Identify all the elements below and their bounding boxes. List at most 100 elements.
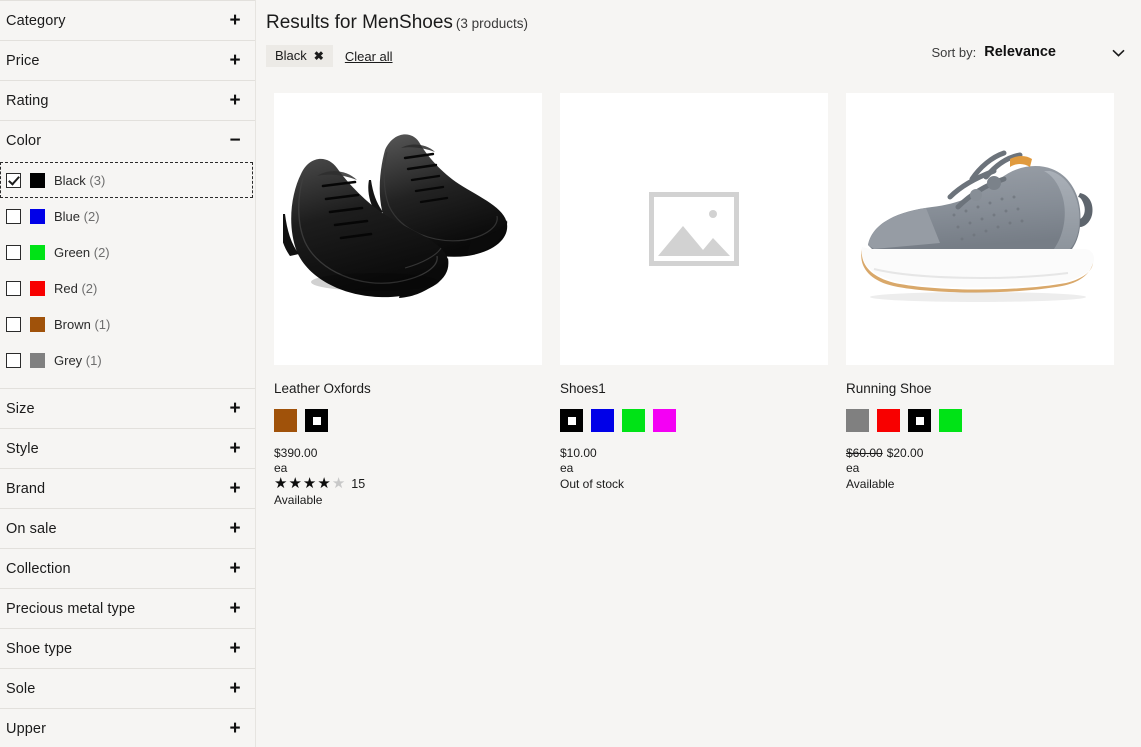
checkbox-icon[interactable] <box>6 173 21 188</box>
facet-label: Price <box>6 53 40 69</box>
facet-header-price[interactable]: Price + <box>0 41 255 80</box>
product-swatch[interactable] <box>908 409 931 432</box>
product-color-swatches <box>560 409 828 432</box>
product-swatch[interactable] <box>939 409 962 432</box>
color-filter-black[interactable]: Black (3) <box>0 162 253 198</box>
color-filter-green[interactable]: Green (2) <box>0 234 255 270</box>
page-title: Results for MenShoes <box>266 12 453 34</box>
facet-label: Rating <box>6 93 49 109</box>
product-swatch[interactable] <box>622 409 645 432</box>
sort-selected-value[interactable]: Relevance <box>984 44 1056 60</box>
sort-control[interactable]: Sort by: Relevance <box>931 44 1125 60</box>
facet-header-style[interactable]: Style + <box>0 429 255 468</box>
product-swatch[interactable] <box>591 409 614 432</box>
chip-label: Black <box>275 48 307 63</box>
plus-icon[interactable]: + <box>227 91 243 110</box>
plus-icon[interactable]: + <box>227 639 243 658</box>
close-icon[interactable]: ✖ <box>314 50 324 62</box>
facet-header-size[interactable]: Size + <box>0 389 255 428</box>
product-card[interactable]: Running Shoe$60.00$20.00eaAvailable <box>846 93 1114 507</box>
plus-icon[interactable]: + <box>227 399 243 418</box>
product-swatch[interactable] <box>305 409 328 432</box>
swatch-selected-indicator <box>568 417 576 425</box>
plus-icon[interactable]: + <box>227 519 243 538</box>
facet-label: Upper <box>6 721 46 737</box>
product-image[interactable] <box>560 93 828 365</box>
plus-icon[interactable]: + <box>227 11 243 30</box>
color-swatch <box>30 281 45 296</box>
clear-all-link[interactable]: Clear all <box>345 49 393 64</box>
active-filter-chip-black[interactable]: Black ✖ <box>266 45 333 67</box>
facet-header-upper[interactable]: Upper + <box>0 709 255 747</box>
facet-label: Brand <box>6 481 45 497</box>
image-placeholder-icon <box>649 192 739 266</box>
swatch-selected-indicator <box>916 417 924 425</box>
checkbox-icon[interactable] <box>6 209 21 224</box>
product-swatch[interactable] <box>653 409 676 432</box>
facet-label: Precious metal type <box>6 601 135 617</box>
facet-section-sole: Sole+ <box>0 669 255 709</box>
star-filled-icon: ★ <box>303 476 316 491</box>
product-price-current: $10.00 <box>560 446 597 460</box>
product-uom: ea <box>274 461 542 475</box>
facet-header-color[interactable]: Color− <box>0 121 255 160</box>
checkbox-icon[interactable] <box>6 353 21 368</box>
product-card[interactable]: Leather Oxfords$390.00ea★★★★★15Available <box>274 93 542 507</box>
facet-section-price: Price + <box>0 41 255 81</box>
product-swatch[interactable] <box>274 409 297 432</box>
star-rating-icons: ★★★★★ <box>274 476 345 491</box>
facet-section-category: Category + <box>0 0 255 41</box>
filters-sidebar: Category + Price + Rating + Color−Black (3) Blu… <box>0 0 256 747</box>
color-swatch <box>30 173 45 188</box>
plus-icon[interactable]: + <box>227 719 243 738</box>
product-title[interactable]: Running Shoe <box>846 381 1114 396</box>
plus-icon[interactable]: + <box>227 479 243 498</box>
product-search-page: Category + Price + Rating + Color−Black (3) Blu… <box>0 0 1141 747</box>
facet-header-on-sale[interactable]: On sale+ <box>0 509 255 548</box>
facet-section-color: Color−Black (3) Blue (2) Green (2)Red (2) B… <box>0 121 255 389</box>
product-swatch[interactable] <box>846 409 869 432</box>
plus-icon[interactable]: + <box>227 51 243 70</box>
facet-header-brand[interactable]: Brand + <box>0 469 255 508</box>
facet-header-collection[interactable]: Collection+ <box>0 549 255 588</box>
product-image[interactable] <box>274 93 542 365</box>
product-card[interactable]: Shoes1$10.00eaOut of stock <box>560 93 828 507</box>
plus-icon[interactable]: + <box>227 679 243 698</box>
plus-icon[interactable]: + <box>227 559 243 578</box>
facet-label: Category <box>6 13 66 29</box>
facet-header-precious-metal-type[interactable]: Precious metal type + <box>0 589 255 628</box>
facet-header-sole[interactable]: Sole+ <box>0 669 255 708</box>
facet-label: Style <box>6 441 39 457</box>
checkbox-icon[interactable] <box>6 245 21 260</box>
star-filled-icon: ★ <box>317 476 330 491</box>
product-swatch[interactable] <box>877 409 900 432</box>
facet-label: Size <box>6 401 35 417</box>
availability-status: Available <box>846 477 1114 491</box>
facet-section-rating: Rating + <box>0 81 255 121</box>
color-swatch <box>30 245 45 260</box>
checkbox-icon[interactable] <box>6 317 21 332</box>
chevron-down-icon[interactable] <box>1112 45 1125 60</box>
availability-status: Available <box>274 493 542 507</box>
product-title[interactable]: Leather Oxfords <box>274 381 542 396</box>
color-filter-blue[interactable]: Blue (2) <box>0 198 255 234</box>
minus-icon[interactable]: − <box>227 131 243 150</box>
product-swatch[interactable] <box>560 409 583 432</box>
color-filter-grey[interactable]: Grey (1) <box>0 342 255 378</box>
facet-header-shoe-type[interactable]: Shoe type+ <box>0 629 255 668</box>
facet-section-upper: Upper + <box>0 709 255 747</box>
color-filter-label: Blue (2) <box>54 209 100 224</box>
plus-icon[interactable]: + <box>227 439 243 458</box>
facet-header-rating[interactable]: Rating + <box>0 81 255 120</box>
color-filter-red[interactable]: Red (2) <box>0 270 255 306</box>
product-title[interactable]: Shoes1 <box>560 381 828 396</box>
plus-icon[interactable]: + <box>227 599 243 618</box>
review-count: 15 <box>351 477 365 491</box>
color-filter-label: Brown (1) <box>54 317 110 332</box>
facet-header-category[interactable]: Category + <box>0 1 255 40</box>
checkbox-icon[interactable] <box>6 281 21 296</box>
color-filter-brown[interactable]: Brown (1) <box>0 306 255 342</box>
product-rating: ★★★★★ 15 <box>274 476 542 491</box>
facet-section-style: Style + <box>0 429 255 469</box>
product-image[interactable] <box>846 93 1114 365</box>
